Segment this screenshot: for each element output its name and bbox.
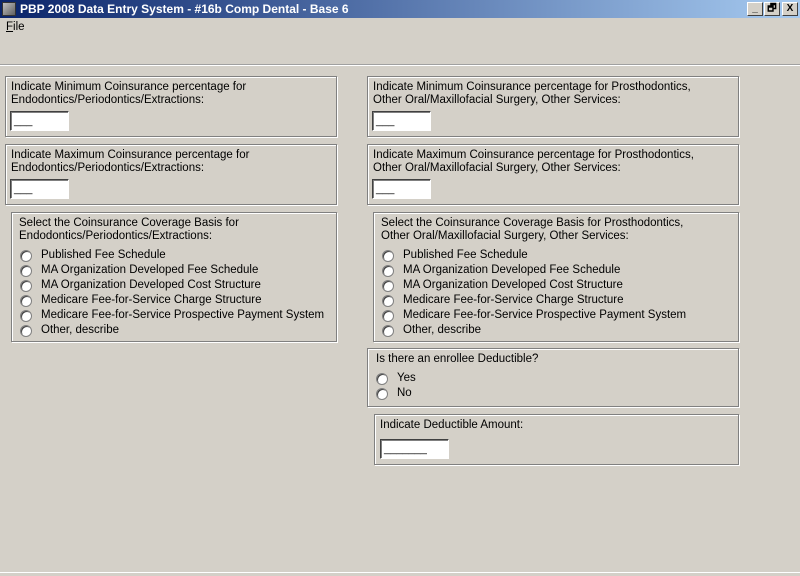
radio-icon (382, 280, 394, 292)
radio-label: Other, describe (41, 324, 119, 336)
radio-icon (20, 280, 32, 292)
right-min-coinsurance-label: Indicate Minimum Coinsurance percentage … (373, 81, 691, 106)
left-max-coinsurance-input[interactable]: ___ (10, 179, 69, 199)
left-min-coinsurance-input[interactable]: ___ (10, 111, 69, 131)
left-max-coinsurance-label: Indicate Maximum Coinsurance percentage … (11, 149, 250, 174)
minimize-button[interactable]: _ (747, 2, 763, 16)
radio-icon (20, 310, 32, 322)
radio-icon (20, 295, 32, 307)
left-basis-option[interactable]: Other, describe (20, 323, 119, 338)
right-min-coinsurance-input[interactable]: ___ (372, 111, 431, 131)
right-basis-option[interactable]: Medicare Fee-for-Service Charge Structur… (382, 293, 624, 308)
radio-label: Medicare Fee-for-Service Prospective Pay… (403, 309, 687, 321)
radio-label: Medicare Fee-for-Service Prospective Pay… (41, 309, 325, 321)
right-basis-option[interactable]: Medicare Fee-for-Service Prospective Pay… (382, 308, 686, 323)
title-bar: PBP 2008 Data Entry System - #16b Comp D… (0, 0, 800, 18)
radio-icon (20, 265, 32, 277)
right-basis-label: Select the Coinsurance Coverage Basis fo… (381, 217, 684, 242)
left-basis-option[interactable]: MA Organization Developed Fee Schedule (20, 263, 258, 278)
deductible-yes-radio[interactable]: Yes (376, 371, 416, 386)
left-basis-option[interactable]: Medicare Fee-for-Service Prospective Pay… (20, 308, 324, 323)
window-bottom-border (0, 572, 800, 573)
radio-label: Medicare Fee-for-Service Charge Structur… (41, 294, 262, 306)
close-button[interactable]: X (782, 2, 798, 16)
left-basis-label: Select the Coinsurance Coverage Basis fo… (19, 217, 239, 242)
deductible-amount-label: Indicate Deductible Amount: (380, 419, 524, 431)
deductible-question-panel: Is there an enrollee Deductible? Yes No (367, 348, 739, 407)
deductible-question-label: Is there an enrollee Deductible? (376, 353, 539, 365)
radio-icon (382, 325, 394, 337)
restore-button[interactable]: 🗗 (764, 2, 780, 16)
radio-label: MA Organization Developed Cost Structure (403, 279, 623, 291)
radio-label: No (397, 387, 412, 399)
app-icon (2, 2, 16, 16)
deductible-no-radio[interactable]: No (376, 386, 412, 401)
left-basis-option[interactable]: MA Organization Developed Cost Structure (20, 278, 261, 293)
radio-icon (20, 250, 32, 262)
right-basis-option[interactable]: Other, describe (382, 323, 481, 338)
left-basis-panel: Select the Coinsurance Coverage Basis fo… (11, 212, 337, 342)
left-min-coinsurance-label: Indicate Minimum Coinsurance percentage … (11, 81, 247, 106)
radio-label: MA Organization Developed Fee Schedule (41, 264, 259, 276)
radio-icon (382, 265, 394, 277)
radio-label: Medicare Fee-for-Service Charge Structur… (403, 294, 624, 306)
radio-label: MA Organization Developed Fee Schedule (403, 264, 621, 276)
radio-label: Other, describe (403, 324, 481, 336)
radio-icon (382, 295, 394, 307)
deductible-amount-panel: Indicate Deductible Amount: _______ (374, 414, 739, 465)
radio-icon (382, 310, 394, 322)
menu-file[interactable]: File (6, 21, 25, 33)
radio-icon (376, 388, 388, 400)
menu-bar: File (0, 19, 800, 37)
radio-icon (382, 250, 394, 262)
right-basis-option[interactable]: Published Fee Schedule (382, 248, 528, 263)
left-basis-option[interactable]: Medicare Fee-for-Service Charge Structur… (20, 293, 262, 308)
window-title: PBP 2008 Data Entry System - #16b Comp D… (20, 2, 349, 16)
left-min-coinsurance-panel: Indicate Minimum Coinsurance percentage … (5, 76, 337, 137)
left-max-coinsurance-panel: Indicate Maximum Coinsurance percentage … (5, 144, 337, 205)
left-basis-option[interactable]: Published Fee Schedule (20, 248, 166, 263)
right-min-coinsurance-panel: Indicate Minimum Coinsurance percentage … (367, 76, 739, 137)
radio-icon (376, 373, 388, 385)
right-basis-option[interactable]: MA Organization Developed Cost Structure (382, 278, 623, 293)
right-basis-panel: Select the Coinsurance Coverage Basis fo… (373, 212, 739, 342)
radio-label: Published Fee Schedule (41, 249, 166, 261)
radio-label: Yes (397, 372, 416, 384)
radio-icon (20, 325, 32, 337)
menu-file-label: ile (13, 21, 25, 33)
right-basis-option[interactable]: MA Organization Developed Fee Schedule (382, 263, 620, 278)
right-max-coinsurance-input[interactable]: ___ (372, 179, 431, 199)
radio-label: MA Organization Developed Cost Structure (41, 279, 261, 291)
toolbar-separator (0, 64, 800, 66)
menu-file-mnemonic: F (6, 21, 14, 33)
right-max-coinsurance-panel: Indicate Maximum Coinsurance percentage … (367, 144, 739, 205)
deductible-amount-input[interactable]: _______ (380, 439, 449, 459)
right-max-coinsurance-label: Indicate Maximum Coinsurance percentage … (373, 149, 694, 174)
radio-label: Published Fee Schedule (403, 249, 528, 261)
